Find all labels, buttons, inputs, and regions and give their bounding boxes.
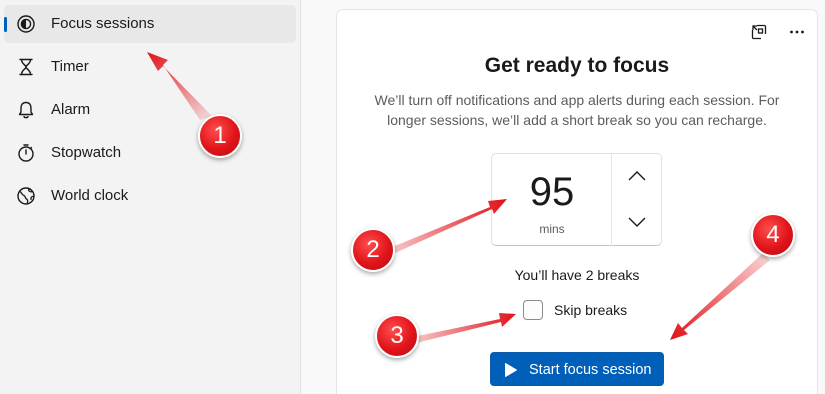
- sidebar: Focus sessions Timer Alarm Stopwatch Wor…: [0, 0, 301, 394]
- sidebar-item-focus-sessions[interactable]: Focus sessions: [4, 5, 296, 43]
- chevron-down-icon: [628, 214, 646, 232]
- start-button-label: Start focus session: [529, 362, 652, 378]
- sidebar-item-stopwatch[interactable]: Stopwatch: [4, 134, 296, 172]
- skip-breaks-checkbox[interactable]: [523, 300, 543, 320]
- duration-stepper[interactable]: 95 mins: [491, 153, 662, 246]
- hourglass-icon: [16, 57, 36, 77]
- annotation-badge-3: 3: [375, 314, 419, 358]
- sidebar-item-alarm[interactable]: Alarm: [4, 91, 296, 129]
- stopwatch-icon: [16, 143, 36, 163]
- sidebar-item-label: World clock: [51, 187, 129, 204]
- compact-overlay-button[interactable]: [745, 22, 773, 46]
- page-title: Get ready to focus: [484, 54, 670, 77]
- play-icon: [504, 362, 518, 378]
- clock-app: Focus sessions Timer Alarm Stopwatch Wor…: [0, 0, 825, 394]
- annotation-badge-4: 4: [751, 213, 795, 257]
- sidebar-item-label: Stopwatch: [51, 144, 122, 161]
- duration-unit: mins: [539, 222, 565, 236]
- increase-button[interactable]: [612, 154, 662, 200]
- decrease-button[interactable]: [612, 200, 662, 246]
- sidebar-item-label: Alarm: [51, 101, 91, 118]
- focus-icon: [16, 14, 36, 34]
- selection-indicator: [4, 17, 7, 32]
- sidebar-item-label: Timer: [51, 58, 89, 75]
- compact-overlay-icon: [750, 23, 768, 46]
- annotation-badge-1: 1: [198, 114, 242, 158]
- globe-icon: [16, 186, 36, 206]
- breaks-info: You’ll have 2 breaks: [514, 267, 640, 283]
- annotation-badge-2: 2: [351, 228, 395, 272]
- chevron-up-icon: [628, 168, 646, 186]
- more-options-icon: [788, 23, 806, 46]
- sidebar-item-world-clock[interactable]: World clock: [4, 177, 296, 215]
- skip-breaks-label[interactable]: Skip breaks: [554, 302, 627, 318]
- sidebar-item-timer[interactable]: Timer: [4, 48, 296, 86]
- more-options-button[interactable]: [783, 22, 811, 46]
- skip-breaks-toggle[interactable]: Skip breaks: [523, 299, 627, 321]
- duration-value[interactable]: 95: [492, 170, 612, 215]
- description-text: We’ll turn off notifications and app ale…: [374, 92, 780, 128]
- start-focus-session-button[interactable]: Start focus session: [490, 352, 664, 386]
- sidebar-item-label: Focus sessions: [51, 15, 155, 32]
- bell-icon: [16, 100, 36, 120]
